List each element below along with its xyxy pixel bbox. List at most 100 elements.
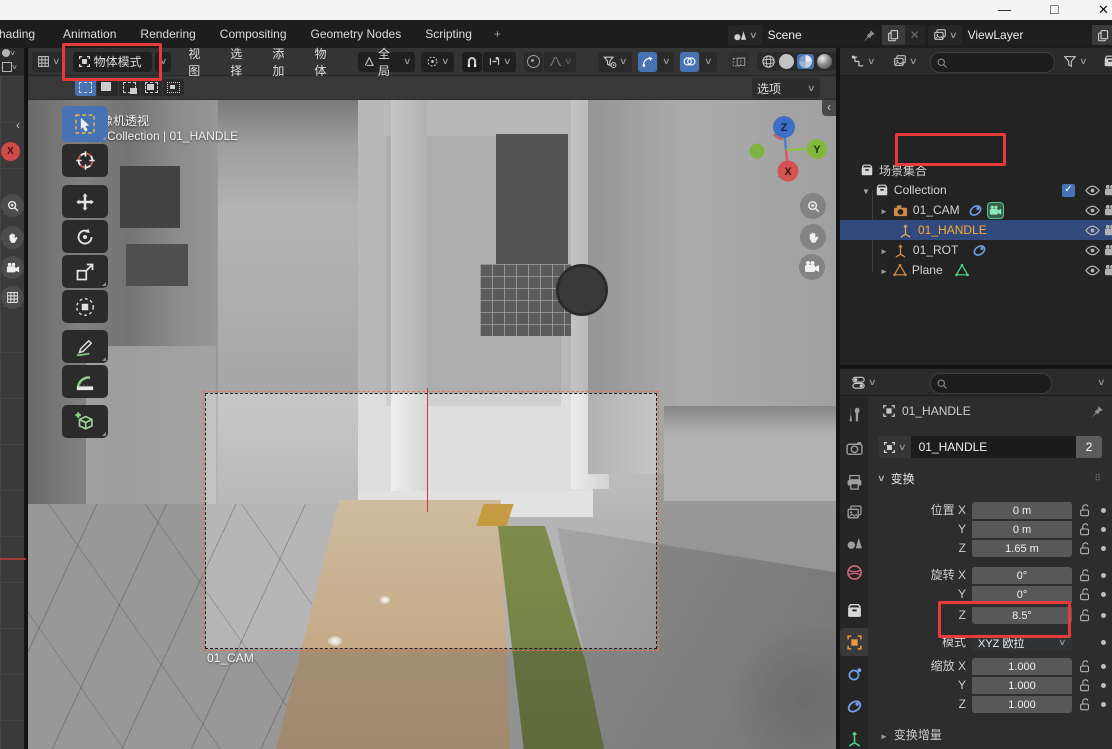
lock-open-icon[interactable] [1078,607,1092,623]
tool-add-cube[interactable] [62,405,108,438]
sliver-grid-button[interactable] [1,286,24,309]
drag-handle-dots[interactable]: ⠿ [1094,473,1102,484]
sliver-shading-dropdown[interactable] [2,49,15,57]
sliver-camera-view-button[interactable] [1,256,24,279]
pivot-point-dropdown[interactable] [421,52,454,72]
lock-open-icon[interactable] [1078,521,1092,537]
lock-open-icon[interactable] [1078,677,1092,693]
camera-frame[interactable] [205,393,657,649]
tool-scale[interactable] [62,255,108,288]
collection-checkbox[interactable] [1062,184,1075,197]
tool-select-box[interactable] [62,106,108,142]
outliner-row-01-handle[interactable]: 01_HANDLE [840,220,1112,240]
object-id-dropdown[interactable] [878,436,911,458]
lock-open-icon[interactable] [1078,658,1092,674]
view-layer-browse-button[interactable] [928,25,962,45]
new-collection-button[interactable] [1098,51,1112,71]
object-mode-dropdown[interactable]: 物体模式 [73,52,152,72]
shading-rendered-button[interactable] [817,54,832,69]
lock-open-icon[interactable] [1078,586,1092,602]
sliver-mode-dropdown[interactable] [2,62,17,72]
properties-editor-type-dropdown[interactable] [846,372,881,392]
outliner-row-01-rot[interactable]: 01_ROT [840,240,1112,260]
select-subtract-button[interactable] [141,79,162,96]
outliner-row-01-cam[interactable]: 01_CAM [840,200,1112,220]
outliner-search-input[interactable] [930,52,1055,73]
animate-dot[interactable] [1101,664,1106,669]
workspace-tab-scripting[interactable]: Scripting [418,24,479,44]
camera-toggle-icon[interactable] [1104,243,1112,258]
collection-label[interactable]: Collection [894,183,947,197]
rotation-mode-dropdown[interactable]: XYZ 欧拉 [972,634,1072,651]
object-label[interactable]: Plane [912,263,943,277]
scale-y-field[interactable]: 1.000 [972,677,1072,694]
camera-data-badge[interactable] [987,202,1004,219]
tool-options-dropdown[interactable]: 选项 [752,78,820,98]
scene-copy-button[interactable] [882,25,905,45]
workspace-tab-animation[interactable]: Animation [56,24,123,44]
outliner-filter-dropdown[interactable] [1058,51,1092,71]
select-extend-button[interactable] [119,79,140,96]
transform-section-header[interactable]: 变换 ⠿ [878,470,1102,487]
animate-dot[interactable] [1101,573,1106,578]
sliver-axis-gizmo-x-ball[interactable]: X [1,142,20,161]
animate-dot[interactable] [1101,702,1106,707]
animate-dot[interactable] [1101,640,1106,645]
window-minimize-button[interactable]: — [998,2,1011,17]
camera-toggle-icon[interactable] [1104,263,1112,278]
disclosure-triangle[interactable] [880,243,888,257]
properties-search-input[interactable] [930,373,1052,394]
proportional-editing-toggle[interactable] [524,52,543,72]
disclosure-triangle[interactable] [880,203,888,217]
animate-dot[interactable] [1101,546,1106,551]
viewport-camera-view-button[interactable] [799,254,825,280]
proportional-falloff-dropdown[interactable] [544,52,577,72]
select-tweak-button[interactable] [75,79,96,96]
pin-icon[interactable] [863,29,876,42]
animate-dot[interactable] [1101,613,1106,618]
transform-orientation-dropdown[interactable]: 全局 [358,52,416,72]
animate-dot[interactable] [1101,683,1106,688]
tab-view-layer[interactable] [846,504,863,521]
tool-rotate[interactable] [62,220,108,253]
panel-border-horizontal[interactable] [840,365,1112,368]
lock-open-icon[interactable] [1078,567,1092,583]
select-box-button[interactable] [97,79,118,96]
tab-render[interactable] [846,440,863,457]
rotation-z-field[interactable]: 8.5° [972,607,1072,624]
camera-toggle-icon[interactable] [1104,183,1112,198]
show-gizmo-toggle[interactable] [638,52,657,72]
tab-tool[interactable] [846,406,863,423]
animate-dot[interactable] [1101,592,1106,597]
tab-physics[interactable] [846,666,863,683]
object-label-active[interactable]: 01_HANDLE [918,223,987,237]
object-label[interactable]: 01_CAM [913,203,960,217]
eye-icon[interactable] [1085,223,1100,238]
show-overlays-dropdown[interactable] [700,52,717,72]
lock-open-icon[interactable] [1078,696,1092,712]
properties-options-chevron[interactable] [1097,378,1106,387]
tool-transform[interactable] [62,290,108,323]
workspace-tab-shading[interactable]: hading [0,24,42,44]
tab-output[interactable] [846,474,863,491]
scene-name-field[interactable]: Scene [762,25,882,45]
scene-browse-button[interactable] [728,25,762,45]
sliver-sidebar-toggle[interactable] [16,118,20,132]
disclosure-triangle[interactable] [862,183,870,197]
viewport-zoom-button[interactable] [800,193,826,219]
scale-z-field[interactable]: 1.000 [972,696,1072,713]
snap-toggle[interactable] [462,52,482,72]
show-overlays-toggle[interactable] [680,52,699,72]
shading-solid-button[interactable] [779,54,794,69]
eye-icon[interactable] [1085,263,1100,278]
panel-border-vertical[interactable] [836,48,840,749]
location-x-field[interactable]: 0 m [972,502,1072,519]
outliner-display-mode-dropdown[interactable] [846,51,880,71]
outliner-row-plane[interactable]: Plane [840,260,1112,280]
select-intersect-button[interactable] [163,79,184,96]
lock-open-icon[interactable] [1078,540,1092,556]
location-z-field[interactable]: 1.65 m [972,540,1072,557]
tab-world[interactable] [846,564,863,581]
tab-object-active[interactable] [840,628,868,656]
users-count-badge[interactable]: 2 [1076,436,1102,458]
